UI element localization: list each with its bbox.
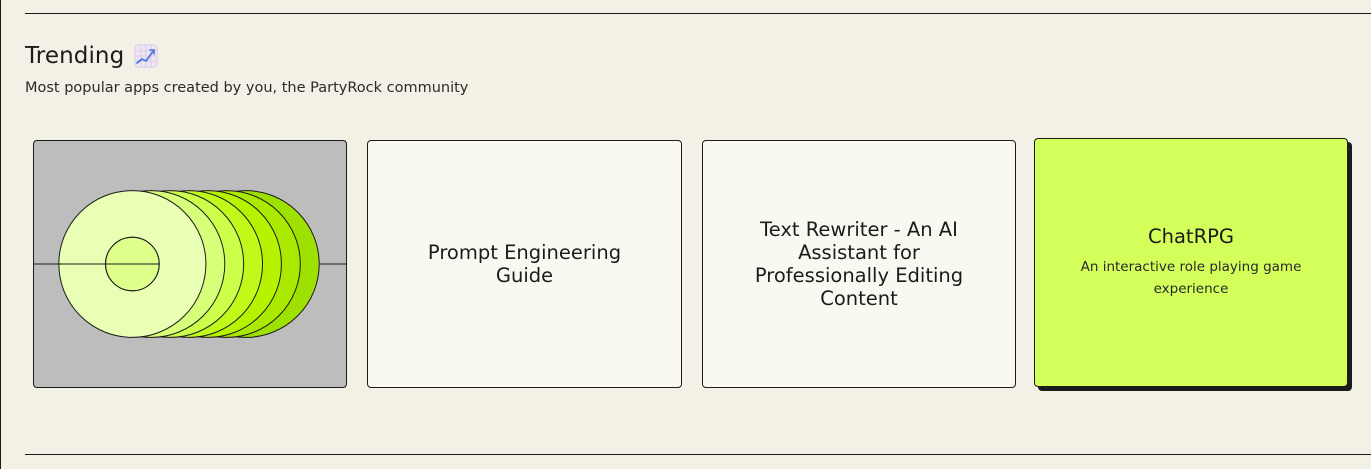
page-left-border	[0, 0, 1, 469]
app-card-illustration[interactable]	[33, 140, 347, 388]
card-title: Prompt Engineering Guide	[427, 241, 622, 287]
title-row: Trending	[25, 40, 468, 72]
trending-section-header: Trending Most popular apps created by yo…	[25, 40, 468, 96]
card-description: An interactive role playing game experie…	[1080, 259, 1302, 297]
chart-increasing-icon	[134, 44, 158, 68]
card-title: Text Rewriter - An AI Assistant for Prof…	[754, 218, 964, 310]
section-subtitle: Most popular apps created by you, the Pa…	[25, 80, 469, 96]
card-title: ChatRPG	[1148, 225, 1234, 248]
section-divider-top	[25, 13, 1371, 14]
app-card-chatrpg[interactable]: ChatRPG An interactive role playing game…	[1034, 138, 1348, 387]
app-card-prompt-engineering-guide[interactable]: Prompt Engineering Guide	[367, 140, 682, 388]
section-title: Trending	[25, 43, 125, 69]
section-divider-bottom	[25, 454, 1371, 455]
app-card-text-rewriter[interactable]: Text Rewriter - An AI Assistant for Prof…	[702, 140, 1016, 388]
concentric-rings-illustration	[34, 190, 346, 338]
